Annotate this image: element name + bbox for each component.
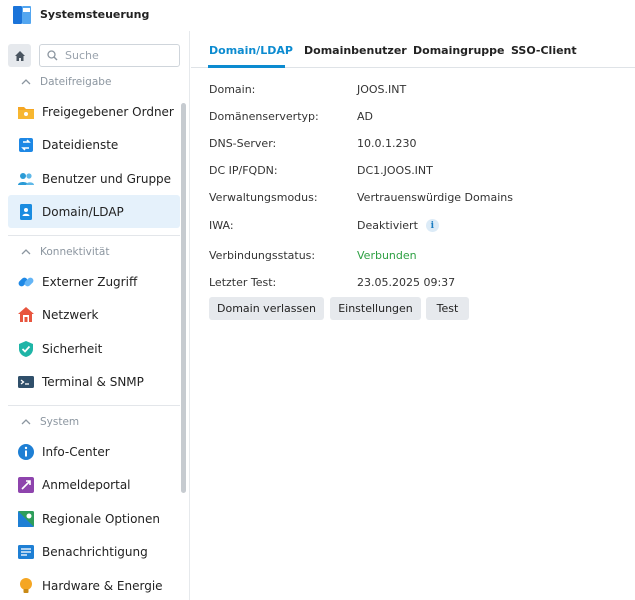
regional-options-icon <box>17 510 35 528</box>
detail-label: Domänenservertyp: <box>209 110 319 123</box>
connection-status-value: Verbunden <box>357 249 417 262</box>
tab-domaingruppe[interactable]: Domaingruppe <box>413 44 505 57</box>
detail-label: DNS-Server: <box>209 137 277 150</box>
sidebar-item-label: Freigegebener Ordner <box>42 104 174 119</box>
sidebar-item-hardware-energie[interactable]: Hardware & Energie <box>8 569 180 600</box>
section-dateifreigabe[interactable]: Dateifreigabe <box>8 69 180 95</box>
leave-domain-button[interactable]: Domain verlassen <box>209 297 324 320</box>
search-icon <box>47 50 58 61</box>
sidebar-item-benutzer-und-gruppe[interactable]: Benutzer und Gruppe <box>8 162 180 195</box>
sidebar-item-terminal-snmp[interactable]: Terminal & SNMP <box>8 365 180 398</box>
detail-label: Letzter Test: <box>209 276 277 289</box>
sidebar-item-label: Info-Center <box>42 444 110 459</box>
active-tab-indicator <box>208 65 285 68</box>
detail-value: Vertrauenswürdige Domains <box>357 191 513 204</box>
sidebar-item-label: Hardware & Energie <box>42 578 163 593</box>
tab-domainbenutzer[interactable]: Domainbenutzer <box>304 44 407 57</box>
detail-label: DC IP/FQDN: <box>209 164 278 177</box>
detail-row-dc-fqdn: DC IP/FQDN: DC1.JOOS.INT <box>209 164 629 184</box>
sidebar-item-label: Anmeldeportal <box>42 477 131 492</box>
tab-domain-ldap[interactable]: Domain/LDAP <box>209 44 293 57</box>
detail-row-dns-server: DNS-Server: 10.0.1.230 <box>209 137 629 157</box>
home-button[interactable] <box>8 44 31 67</box>
chevron-up-icon <box>21 79 31 85</box>
detail-row-domain: Domain: JOOS.INT <box>209 83 629 103</box>
detail-label: Domain: <box>209 83 256 96</box>
detail-row-server-type: Domänenservertyp: AD <box>209 110 629 130</box>
shield-icon <box>17 340 35 358</box>
detail-value: 23.05.2025 09:37 <box>357 276 456 289</box>
tab-bar: Domain/LDAP Domainbenutzer Domaingruppe … <box>191 31 635 68</box>
sidebar-item-benachrichtigung[interactable]: Benachrichtigung <box>8 535 180 568</box>
section-label: System <box>40 416 80 428</box>
sidebar-item-freigegebener-ordner[interactable]: Freigegebener Ordner <box>8 95 180 128</box>
shared-folder-icon <box>17 103 35 121</box>
info-icon <box>17 443 35 461</box>
sidebar-item-label: Benachrichtigung <box>42 544 148 559</box>
settings-button[interactable]: Einstellungen <box>330 297 421 320</box>
detail-row-management-mode: Verwaltungsmodus: Vertrauenswürdige Doma… <box>209 191 629 211</box>
chevron-up-icon <box>21 419 31 425</box>
sidebar-scrollbar[interactable] <box>181 103 186 493</box>
detail-label: IWA: <box>209 219 234 232</box>
user-group-icon <box>17 170 35 188</box>
sidebar-item-label: Netzwerk <box>42 307 99 322</box>
sidebar-item-regionale-optionen[interactable]: Regionale Optionen <box>8 502 180 535</box>
detail-label: Verbindungsstatus: <box>209 249 316 262</box>
detail-value: AD <box>357 110 373 123</box>
sidebar-item-netzwerk[interactable]: Netzwerk <box>8 298 180 331</box>
sidebar-item-label: Benutzer und Gruppe <box>42 171 172 186</box>
chevron-up-icon <box>21 249 31 255</box>
sidebar-item-label: Domain/LDAP <box>42 204 124 219</box>
detail-value: DC1.JOOS.INT <box>357 164 433 177</box>
terminal-icon <box>17 373 35 391</box>
detail-value: 10.0.1.230 <box>357 137 417 150</box>
login-portal-icon <box>17 476 35 494</box>
notification-icon <box>17 543 35 561</box>
search-field[interactable] <box>39 44 180 67</box>
window-title: Systemsteuerung <box>40 8 150 21</box>
sidebar-item-sicherheit[interactable]: Sicherheit <box>8 332 180 365</box>
home-icon <box>14 50 25 61</box>
hardware-power-icon <box>17 577 35 595</box>
sidebar-item-label: Sicherheit <box>42 341 103 356</box>
detail-row-connection-status: Verbindungsstatus: Verbunden <box>209 249 629 269</box>
sidebar-item-externer-zugriff[interactable]: Externer Zugriff <box>8 265 180 298</box>
sidebar-item-label: Externer Zugriff <box>42 274 138 289</box>
info-icon[interactable]: i <box>425 219 439 232</box>
sidebar-item-domain-ldap[interactable]: Domain/LDAP <box>8 195 180 228</box>
section-label: Dateifreigabe <box>40 76 112 88</box>
section-konnektivitaet[interactable]: Konnektivität <box>8 239 180 265</box>
sidebar-item-anmeldeportal[interactable]: Anmeldeportal <box>8 468 180 501</box>
sidebar: Dateifreigabe Freigegebener Ordner Datei… <box>0 31 190 600</box>
detail-row-iwa: IWA: Deaktiviert i <box>209 219 629 239</box>
title-bar: Systemsteuerung <box>0 0 635 31</box>
detail-value-group: Deaktiviert i <box>357 219 439 232</box>
detail-label: Verwaltungsmodus: <box>209 191 318 204</box>
domain-ldap-icon <box>17 203 35 221</box>
file-services-icon <box>17 136 35 154</box>
network-icon <box>17 306 35 324</box>
sidebar-item-label: Dateidienste <box>42 137 119 152</box>
divider <box>8 235 180 236</box>
sidebar-item-label: Regionale Optionen <box>42 511 161 526</box>
tab-sso-client[interactable]: SSO-Client <box>511 44 577 57</box>
sidebar-item-label: Terminal & SNMP <box>42 374 144 389</box>
test-button[interactable]: Test <box>426 297 469 320</box>
main-panel: Domain/LDAP Domainbenutzer Domaingruppe … <box>191 31 635 600</box>
external-access-icon <box>17 273 35 291</box>
detail-row-last-test: Letzter Test: 23.05.2025 09:37 <box>209 276 629 296</box>
sidebar-item-info-center[interactable]: Info-Center <box>8 435 180 468</box>
section-label: Konnektivität <box>40 246 110 258</box>
detail-value: Deaktiviert <box>357 219 418 232</box>
section-system[interactable]: System <box>8 409 180 435</box>
search-input[interactable] <box>65 49 165 62</box>
detail-value: JOOS.INT <box>357 83 407 96</box>
control-panel-icon <box>13 6 31 24</box>
sidebar-item-dateidienste[interactable]: Dateidienste <box>8 128 180 161</box>
divider <box>8 405 180 406</box>
